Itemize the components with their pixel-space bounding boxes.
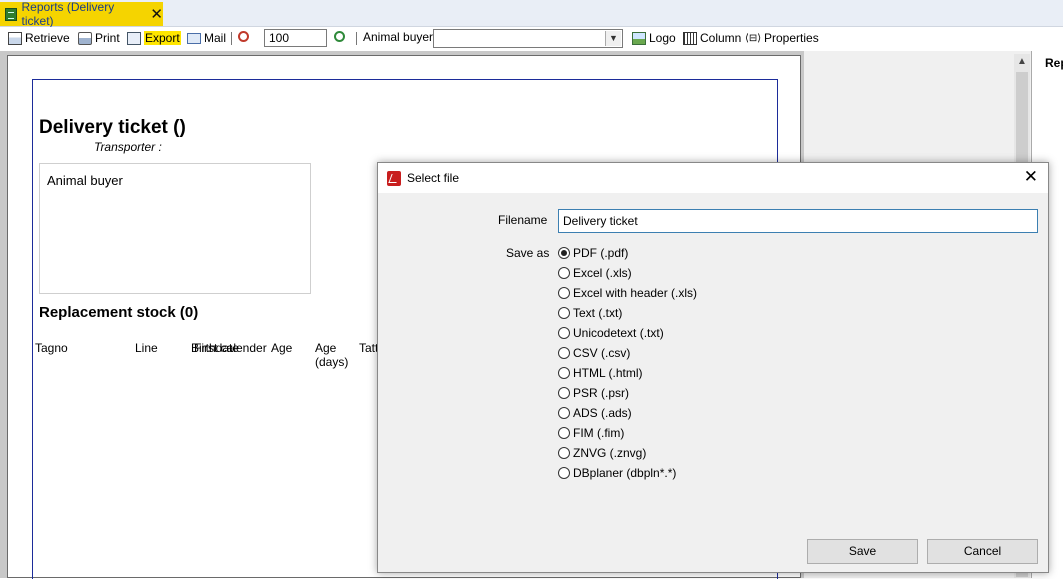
option-label: DBplaner (dbpln*.*) (573, 466, 677, 480)
retrieve-label: Retrieve (25, 31, 70, 45)
print-button[interactable]: Print (78, 31, 120, 45)
mail-label: Mail (204, 31, 227, 45)
printer-icon (78, 31, 92, 45)
mail-button[interactable]: Mail (187, 31, 226, 45)
zoom-out-icon (238, 31, 249, 42)
animal-buyer-label-text: Animal buyer (363, 30, 434, 44)
option-excel[interactable]: Excel (.xls) (558, 266, 632, 280)
radio-button[interactable] (558, 347, 570, 359)
option-label: CSV (.csv) (573, 346, 631, 360)
animal-buyer-select[interactable]: ▼ (433, 29, 623, 48)
option-label: ZNVG (.znvg) (573, 446, 647, 460)
radio-button[interactable] (558, 427, 570, 439)
zoom-in-icon (334, 31, 345, 42)
pdf-icon (387, 171, 401, 186)
radio-button[interactable] (558, 327, 570, 339)
column-header-age-days-line1: Age (315, 341, 337, 355)
option-pdf[interactable]: PDF (.pdf) (558, 246, 628, 260)
radio-button[interactable] (558, 247, 570, 259)
filename-input[interactable] (558, 209, 1038, 233)
tab-strip: Reports (Delivery ticket) ✕ (0, 0, 1063, 28)
option-label: ADS (.ads) (573, 406, 632, 420)
column-header-age: Age (271, 341, 293, 355)
tab-reports-delivery-ticket[interactable]: Reports (Delivery ticket) ✕ (0, 0, 163, 28)
option-text[interactable]: Text (.txt) (558, 306, 622, 320)
close-icon[interactable]: ✕ (1024, 167, 1038, 187)
option-label: Excel with header (.xls) (573, 286, 698, 300)
image-icon (632, 31, 646, 45)
column-header-first-calender: First calender (194, 341, 267, 355)
retrieve-button[interactable]: Retrieve (8, 31, 70, 45)
logo-button[interactable]: Logo (632, 31, 676, 45)
export-icon (127, 31, 141, 45)
save-as-label: Save as (506, 246, 550, 260)
column-header-tagno: Tagno (35, 341, 68, 355)
column-header-age-days-line2: (days) (315, 355, 349, 369)
option-unicodetext[interactable]: Unicodetext (.txt) (558, 326, 664, 340)
filename-label: Filename (498, 213, 548, 227)
zoom-input[interactable] (264, 29, 327, 47)
column-header-age-days: Age (days) (315, 341, 348, 369)
transporter-label: Transporter : (94, 140, 162, 154)
dialog-title: Select file (407, 171, 460, 185)
option-label: HTML (.html) (573, 366, 643, 380)
radio-button[interactable] (558, 367, 570, 379)
properties-icon: ⟨⊟⟩ (745, 32, 762, 44)
animal-buyer-label: Animal buyer (363, 30, 433, 44)
animal-buyer-box: Animal buyer (39, 163, 311, 294)
zoom-out-button[interactable] (238, 31, 252, 42)
option-fim[interactable]: FIM (.fim) (558, 426, 624, 440)
radio-button[interactable] (558, 467, 570, 479)
toolbar-separator (356, 32, 357, 45)
properties-button[interactable]: ⟨⊟⟩ Properties (745, 31, 819, 45)
print-label: Print (95, 31, 120, 45)
option-html[interactable]: HTML (.html) (558, 366, 643, 380)
option-label: FIM (.fim) (573, 426, 625, 440)
mail-icon (187, 32, 201, 44)
report-icon (5, 7, 17, 21)
close-tab-icon[interactable]: ✕ (150, 7, 163, 22)
option-csv[interactable]: CSV (.csv) (558, 346, 630, 360)
radio-button[interactable] (558, 267, 570, 279)
option-excel-with-header[interactable]: Excel with header (.xls) (558, 286, 697, 300)
toolbar-separator (231, 32, 232, 45)
zoom-in-button[interactable] (334, 31, 348, 42)
column-button[interactable]: Column (683, 31, 741, 45)
option-dbplaner[interactable]: DBplaner (dbpln*.*) (558, 466, 676, 480)
export-button[interactable]: Export (127, 31, 181, 45)
option-psr[interactable]: PSR (.psr) (558, 386, 629, 400)
report-title: Delivery ticket () (39, 117, 186, 138)
option-znvg[interactable]: ZNVG (.znvg) (558, 446, 646, 460)
column-header-tattoo: Tatt (359, 341, 379, 355)
radio-button[interactable] (558, 307, 570, 319)
report-toolbar: Retrieve Print Export Mail Animal buyer … (0, 27, 1063, 51)
export-label: Export (144, 31, 181, 45)
retrieve-icon (8, 31, 22, 45)
animal-buyer-box-label: Animal buyer (47, 173, 123, 188)
radio-button[interactable] (558, 407, 570, 419)
radio-button[interactable] (558, 447, 570, 459)
option-label: Excel (.xls) (573, 266, 632, 280)
option-label: PSR (.psr) (573, 386, 630, 400)
option-ads[interactable]: ADS (.ads) (558, 406, 632, 420)
tab-label: Reports (Delivery ticket) (21, 0, 115, 28)
column-label: Column (700, 31, 742, 45)
option-label: Unicodetext (.txt) (573, 326, 664, 340)
properties-label: Properties (764, 31, 819, 45)
chevron-down-icon[interactable]: ▼ (605, 31, 621, 46)
option-label: Text (.txt) (573, 306, 623, 320)
radio-button[interactable] (558, 287, 570, 299)
option-label: PDF (.pdf) (573, 246, 629, 260)
dialog-title-bar: Select file ✕ (378, 163, 1048, 193)
save-button[interactable]: Save (807, 539, 918, 564)
column-header-line: Line (135, 341, 158, 355)
logo-label: Logo (649, 31, 676, 45)
radio-button[interactable] (558, 387, 570, 399)
cancel-button[interactable]: Cancel (927, 539, 1038, 564)
scroll-up-icon[interactable]: ▲ (1014, 54, 1030, 70)
select-file-dialog: Select file ✕ Filename Save as PDF (.pdf… (377, 162, 1049, 573)
replacement-stock-title: Replacement stock (0) (39, 304, 199, 321)
side-panel-label: Rep (1045, 56, 1063, 70)
columns-icon (683, 31, 697, 45)
